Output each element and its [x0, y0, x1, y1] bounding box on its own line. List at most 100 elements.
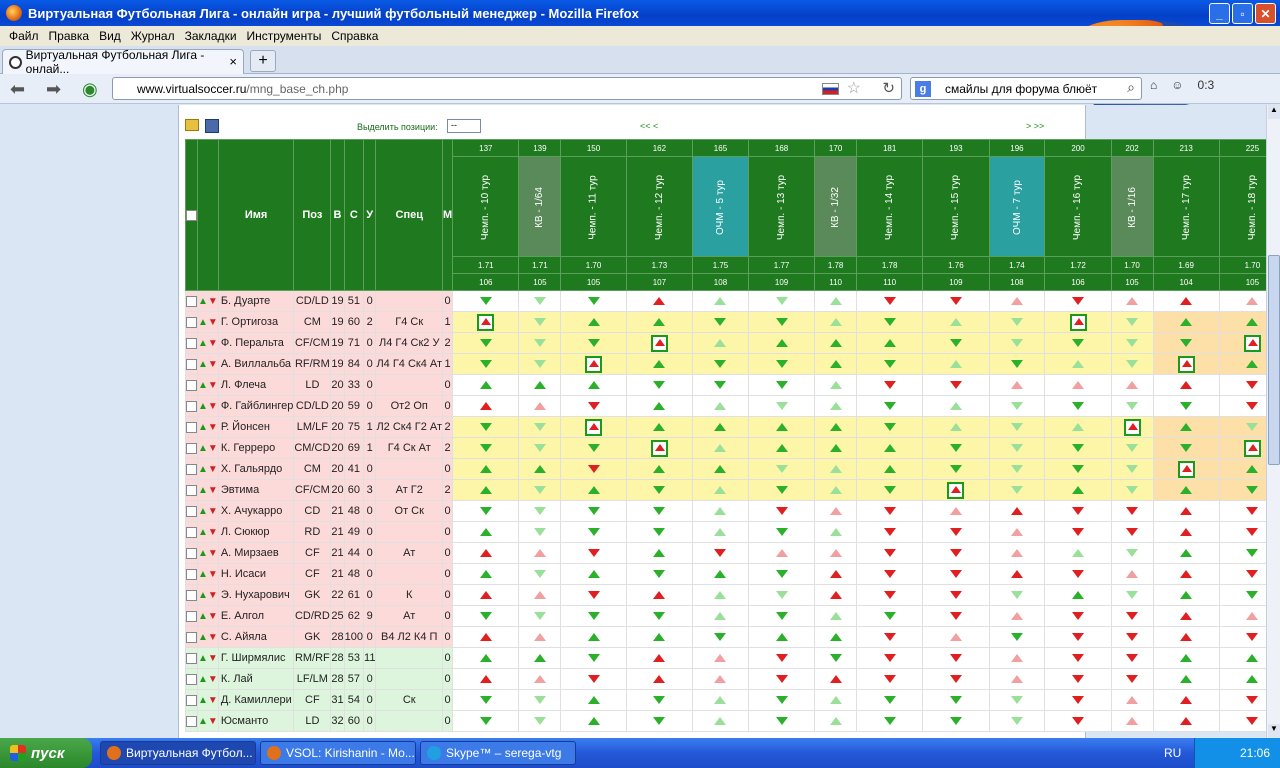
form-cell[interactable] — [988, 689, 1046, 711]
header-pos[interactable]: Поз — [293, 139, 332, 291]
updown-cell[interactable]: ▲▼ — [197, 584, 219, 606]
row-select[interactable] — [185, 437, 198, 459]
form-cell[interactable] — [747, 500, 816, 522]
form-cell[interactable] — [814, 710, 858, 732]
form-cell[interactable] — [1218, 542, 1266, 564]
form-cell[interactable] — [560, 311, 627, 333]
form-cell[interactable] — [560, 542, 627, 564]
game-label[interactable]: Чемп. - 11 тур — [560, 156, 627, 257]
form-cell[interactable] — [452, 668, 520, 690]
row-checkbox[interactable] — [186, 505, 197, 517]
form-cell[interactable] — [692, 563, 749, 585]
form-cell[interactable] — [692, 689, 749, 711]
game-number[interactable]: 139 — [518, 139, 562, 157]
form-cell[interactable] — [922, 416, 990, 438]
form-cell[interactable] — [452, 353, 520, 375]
form-cell[interactable] — [922, 668, 990, 690]
form-cell[interactable] — [452, 332, 520, 354]
form-cell[interactable] — [814, 584, 858, 606]
form-cell[interactable] — [856, 353, 924, 375]
menu-tools[interactable]: Инструменты — [242, 29, 327, 43]
game-number[interactable]: 181 — [856, 139, 924, 157]
form-cell[interactable] — [518, 626, 562, 648]
form-cell[interactable] — [1152, 689, 1220, 711]
form-cell[interactable] — [452, 395, 520, 417]
player-name[interactable]: Юсманто — [217, 710, 295, 732]
form-cell[interactable] — [856, 437, 924, 459]
row-select[interactable] — [185, 353, 198, 375]
form-cell[interactable] — [625, 563, 694, 585]
form-cell[interactable] — [856, 374, 924, 396]
game-label[interactable]: Чемп. - 14 тур — [856, 156, 924, 257]
row-checkbox[interactable] — [186, 358, 197, 370]
form-cell[interactable] — [856, 605, 924, 627]
form-cell[interactable] — [988, 668, 1046, 690]
form-cell[interactable] — [518, 395, 562, 417]
form-cell[interactable] — [518, 542, 562, 564]
row-select[interactable] — [185, 668, 198, 690]
form-cell[interactable] — [1110, 311, 1154, 333]
form-cell[interactable] — [518, 605, 562, 627]
game-label[interactable]: КВ - 1/16 — [1110, 156, 1154, 257]
form-cell[interactable] — [518, 458, 562, 480]
form-cell[interactable] — [625, 290, 694, 312]
updown-cell[interactable]: ▲▼ — [197, 542, 219, 564]
form-cell[interactable] — [452, 605, 520, 627]
form-cell[interactable] — [560, 647, 627, 669]
search-box[interactable]: g смайлы для форума блюёт ⌕ — [910, 77, 1142, 100]
row-checkbox[interactable] — [186, 568, 197, 580]
form-cell[interactable] — [518, 647, 562, 669]
player-name[interactable]: Г. Ортигоза — [217, 311, 295, 333]
player-name[interactable]: А. Мирзаев — [217, 542, 295, 564]
form-cell[interactable] — [856, 521, 924, 543]
form-cell[interactable] — [1044, 626, 1112, 648]
player-name[interactable]: К. Лай — [217, 668, 295, 690]
form-cell[interactable] — [747, 374, 816, 396]
addon-counter[interactable]: 0:3 — [1198, 78, 1215, 92]
form-cell[interactable] — [1044, 710, 1112, 732]
player-name[interactable]: Х. Гальярдо — [217, 458, 295, 480]
form-cell[interactable] — [452, 290, 520, 312]
form-cell[interactable] — [1152, 647, 1220, 669]
header-m[interactable]: М — [442, 139, 454, 291]
player-row[interactable]: ▲▼А. ВиллальбаRF/RM19840Л4 Г4 Ск4 Ат13 — [185, 353, 1266, 375]
row-select[interactable] — [185, 605, 198, 627]
updown-arrows-icon[interactable]: ▲▼ — [198, 590, 217, 601]
row-select[interactable] — [185, 710, 198, 732]
form-cell[interactable] — [692, 647, 749, 669]
form-cell[interactable] — [692, 416, 749, 438]
form-cell[interactable] — [1218, 290, 1266, 312]
form-cell[interactable] — [988, 584, 1046, 606]
form-cell[interactable] — [747, 479, 816, 501]
game-number[interactable]: 162 — [625, 139, 694, 157]
form-cell[interactable] — [988, 458, 1046, 480]
form-cell[interactable] — [856, 416, 924, 438]
form-cell[interactable] — [1218, 353, 1266, 375]
player-name[interactable]: Н. Исаси — [217, 563, 295, 585]
updown-cell[interactable]: ▲▼ — [197, 500, 219, 522]
form-cell[interactable] — [922, 353, 990, 375]
form-cell[interactable] — [747, 605, 816, 627]
player-row[interactable]: ▲▼Л. СюкюрRD2149000 — [185, 521, 1266, 543]
search-input[interactable]: смайлы для форума блюёт — [945, 82, 1097, 96]
form-cell[interactable] — [988, 605, 1046, 627]
updown-arrows-icon[interactable]: ▲▼ — [198, 359, 217, 370]
form-cell[interactable] — [1152, 710, 1220, 732]
row-checkbox[interactable] — [186, 295, 197, 307]
form-cell[interactable] — [1152, 668, 1220, 690]
game-number[interactable]: 225 — [1218, 139, 1266, 157]
form-cell[interactable] — [747, 563, 816, 585]
minimize-button[interactable]: _ — [1209, 3, 1230, 24]
form-cell[interactable] — [747, 668, 816, 690]
form-cell[interactable] — [814, 353, 858, 375]
form-cell[interactable] — [1218, 584, 1266, 606]
form-cell[interactable] — [1044, 332, 1112, 354]
form-cell[interactable] — [452, 374, 520, 396]
row-select[interactable] — [185, 626, 198, 648]
game-label[interactable]: Чемп. - 18 тур — [1218, 156, 1266, 257]
form-cell[interactable] — [1110, 353, 1154, 375]
header-inj[interactable]: У — [362, 139, 377, 291]
form-cell[interactable] — [625, 542, 694, 564]
form-cell[interactable] — [988, 626, 1046, 648]
player-row[interactable]: ▲▼Г. ОртигозаCM19602Г4 Ск13 — [185, 311, 1266, 333]
